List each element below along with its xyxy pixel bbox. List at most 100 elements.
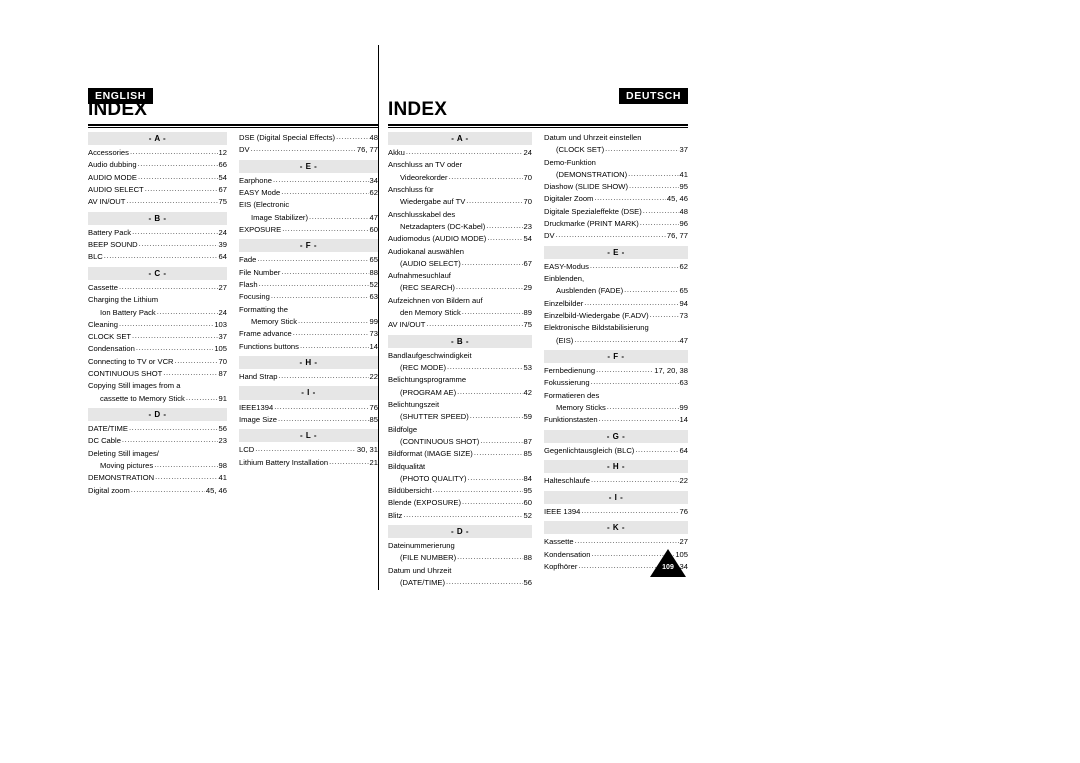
- section-letter-heading: - L -: [239, 429, 378, 443]
- index-entry-label: IEEE1394: [239, 402, 274, 412]
- index-entry-label: Copying Still images from a: [88, 381, 181, 391]
- index-entry-page: 99: [679, 403, 688, 413]
- index-entry-label: Einzelbilder: [544, 298, 584, 308]
- leader-dots: ........................................…: [174, 355, 218, 365]
- index-entry[interactable]: (REC MODE)..............................…: [388, 362, 532, 374]
- index-entry[interactable]: Blitz...................................…: [388, 510, 532, 522]
- leader-dots: ........................................…: [274, 401, 369, 411]
- index-entry[interactable]: (CLOCK SET).............................…: [544, 144, 688, 156]
- index-entry-page: 75: [523, 320, 532, 330]
- leader-dots: ........................................…: [185, 392, 218, 402]
- index-entry-label: Flash: [239, 280, 258, 290]
- index-entry[interactable]: DC Cable................................…: [88, 435, 227, 447]
- index-entry[interactable]: (PROGRAM AE)............................…: [388, 387, 532, 399]
- leader-dots: ........................................…: [584, 297, 679, 307]
- index-entry[interactable]: Functions buttons.......................…: [239, 341, 378, 353]
- index-entry-label: Deleting Still images/: [88, 448, 159, 458]
- index-entry[interactable]: Wiedergabe auf TV.......................…: [388, 196, 532, 208]
- page-number-badge: 109: [650, 549, 686, 577]
- index-entry-page: 65: [679, 286, 688, 296]
- index-entry[interactable]: Halteschlaufe...........................…: [544, 475, 688, 487]
- leader-dots: ........................................…: [118, 318, 214, 328]
- leader-dots: ........................................…: [591, 475, 679, 485]
- section-letter-heading: - K -: [544, 521, 688, 535]
- index-entry[interactable]: AV IN/OUT...............................…: [88, 196, 227, 208]
- leader-dots: ........................................…: [432, 485, 522, 495]
- index-entry-label: EASY-Modus: [544, 261, 589, 271]
- leader-dots: ........................................…: [118, 281, 218, 291]
- index-entry[interactable]: (FILE NUMBER)...........................…: [388, 552, 532, 564]
- index-entry[interactable]: Focusing................................…: [239, 291, 378, 303]
- index-entry[interactable]: Videorekorder...........................…: [388, 172, 532, 184]
- index-entry-label: Anschlusskabel des: [388, 209, 456, 219]
- index-entry[interactable]: (REC SEARCH)............................…: [388, 282, 532, 294]
- index-entry[interactable]: (EIS)...................................…: [544, 335, 688, 347]
- index-entry-label: Frame advance: [239, 329, 292, 339]
- section-letter-heading: - G -: [544, 429, 688, 443]
- index-entry[interactable]: Fokussierung............................…: [544, 377, 688, 389]
- index-entry[interactable]: (AUDIO SELECT)..........................…: [388, 258, 532, 270]
- index-entry[interactable]: Gegenlichtausgleich (BLC)...............…: [544, 445, 688, 457]
- index-entry[interactable]: cassette to Memory Stick................…: [88, 393, 227, 405]
- index-entry-page: 67: [218, 185, 227, 195]
- section-letter-heading: - E -: [239, 159, 378, 173]
- index-entry-page: 63: [679, 378, 688, 388]
- deutsch-title-rule: [388, 124, 688, 128]
- index-entry-label: (CLOCK SET): [556, 145, 605, 155]
- index-entry-label: Netzadapters (DC-Kabel): [400, 221, 486, 231]
- english-columns: - A - Accessories........................…: [88, 132, 378, 497]
- index-entry-page: 14: [679, 415, 688, 425]
- leader-dots: ........................................…: [282, 223, 369, 233]
- leader-dots: ........................................…: [448, 171, 523, 181]
- index-entry[interactable]: Cassette................................…: [88, 282, 227, 294]
- index-entry-page: 21: [369, 457, 378, 467]
- index-entry[interactable]: Hand Strap..............................…: [239, 371, 378, 383]
- index-entry[interactable]: EASY Mode...............................…: [239, 187, 378, 199]
- index-entry-page: 45, 46: [205, 485, 227, 495]
- section-letter-heading: - I -: [239, 386, 378, 400]
- index-entry-label: EIS (Electronic: [239, 200, 290, 210]
- index-entry-page: 48: [679, 206, 688, 216]
- index-entry[interactable]: Audiomodus (AUDIO MODE).................…: [388, 233, 532, 245]
- index-entry-label: Accessories: [88, 148, 129, 158]
- index-entry[interactable]: Einzelbild-Wiedergabe (F.ADV)...........…: [544, 310, 688, 322]
- index-entry-label: Halteschlaufe: [544, 476, 591, 486]
- index-entry[interactable]: DV......................................…: [544, 230, 688, 242]
- index-entry[interactable]: Image Size..............................…: [239, 414, 378, 426]
- index-entry[interactable]: Funktionstasten.........................…: [544, 414, 688, 426]
- index-entry-label: Bildqualität: [388, 461, 426, 471]
- index-entry[interactable]: CONTINUOUS SHOT.........................…: [88, 368, 227, 380]
- index-entry[interactable]: BLC.....................................…: [88, 251, 227, 263]
- index-entry-label: Earphone: [239, 175, 272, 185]
- index-entry[interactable]: Bildformat (IMAGE SIZE).................…: [388, 448, 532, 460]
- index-entry-label: Fokussierung: [544, 378, 590, 388]
- leader-dots: ........................................…: [455, 282, 523, 292]
- index-entry-page: 56: [523, 578, 532, 588]
- index-entry[interactable]: Akku....................................…: [388, 147, 532, 159]
- index-entry[interactable]: Lithium Battery Installation............…: [239, 457, 378, 469]
- index-entry-label: Bildübersicht: [388, 486, 432, 496]
- leader-dots: ........................................…: [103, 251, 218, 261]
- index-entry[interactable]: IEEE 1394...............................…: [544, 506, 688, 518]
- index-page: ENGLISH INDEX - A - Accessories..........…: [0, 0, 1080, 763]
- index-entry-page: 52: [523, 510, 532, 520]
- index-entry-page: 76: [679, 506, 688, 516]
- index-entry[interactable]: (DATE/TIME).............................…: [388, 577, 532, 589]
- index-entry[interactable]: EXPOSURE................................…: [239, 224, 378, 236]
- index-entry-label: Focusing: [239, 292, 270, 302]
- index-entry[interactable]: AV IN/OUT...............................…: [388, 319, 532, 331]
- section-letter-heading: - E -: [544, 245, 688, 259]
- index-entry[interactable]: EASY-Modus..............................…: [544, 261, 688, 273]
- index-entry-label: Fade: [239, 255, 257, 265]
- index-entry[interactable]: (SHUTTER SPEED).........................…: [388, 411, 532, 423]
- index-entry-page: 73: [369, 329, 378, 339]
- leader-dots: ........................................…: [628, 168, 679, 178]
- leader-dots: ........................................…: [624, 285, 679, 295]
- leader-dots: ........................................…: [298, 315, 369, 325]
- leader-dots: ........................................…: [155, 472, 218, 482]
- index-entry-page: 88: [369, 267, 378, 277]
- index-entry[interactable]: DV......................................…: [239, 144, 378, 156]
- index-entry[interactable]: Digital zoom............................…: [88, 485, 227, 497]
- index-entry-label: Kassette: [544, 537, 574, 547]
- index-entry-page: 47: [679, 335, 688, 345]
